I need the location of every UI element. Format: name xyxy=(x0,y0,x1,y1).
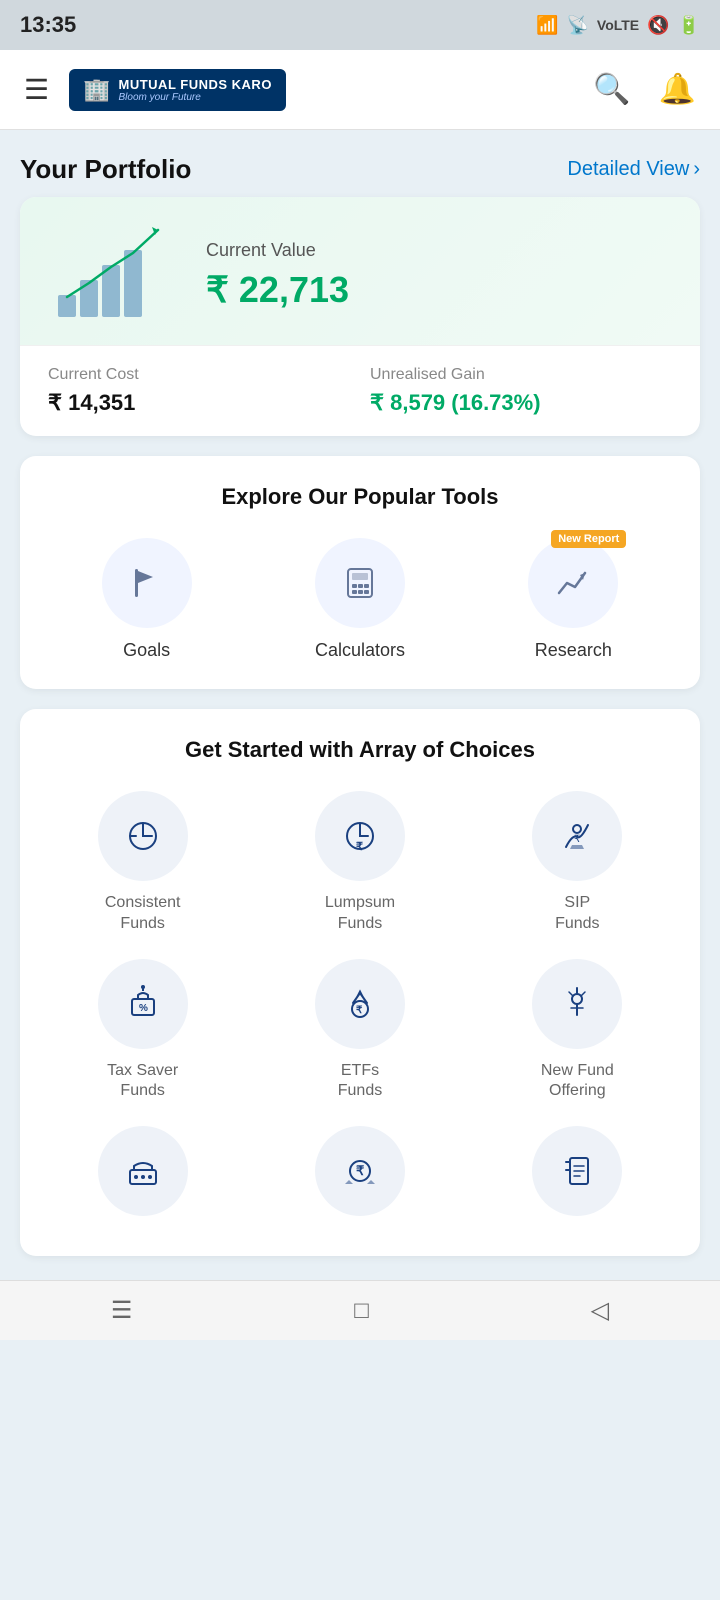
lumpsum-funds-icon: ₹ xyxy=(315,791,405,881)
bottom-menu-icon[interactable]: ☰ xyxy=(111,1296,133,1325)
new-report-badge: New Report xyxy=(551,530,626,548)
choice-item8[interactable]: ₹ xyxy=(257,1126,462,1228)
search-icon[interactable]: 🔍 xyxy=(593,72,630,107)
portfolio-stats: Current Cost ₹ 14,351 Unrealised Gain ₹ … xyxy=(20,345,700,436)
portfolio-chart xyxy=(48,225,178,325)
status-icons: 📶 📡 VoLTE 🔇 🔋 xyxy=(536,15,700,36)
unrealised-gain-value: ₹ 8,579 (16.73%) xyxy=(370,390,672,416)
svg-text:%: % xyxy=(139,1003,148,1014)
svg-text:₹: ₹ xyxy=(356,841,363,853)
etfs-icon: ₹ xyxy=(315,959,405,1049)
bell-icon[interactable]: 🔔 xyxy=(659,72,696,107)
main-content: Your Portfolio Detailed View › xyxy=(0,130,720,1280)
battery-icon: 🔋 xyxy=(678,15,700,36)
choice-item7[interactable] xyxy=(40,1126,245,1228)
choice-nfo[interactable]: New FundOffering xyxy=(475,959,680,1103)
lumpsum-funds-label: LumpsumFunds xyxy=(325,893,395,935)
bottom-back-icon[interactable]: ◁ xyxy=(591,1296,609,1325)
sip-funds-label: SIPFunds xyxy=(555,893,599,935)
svg-text:₹: ₹ xyxy=(574,834,580,845)
lte-label: VoLTE xyxy=(597,17,639,33)
portfolio-title: Your Portfolio xyxy=(20,154,191,185)
choices-section: Get Started with Array of Choices Consis… xyxy=(20,709,700,1256)
research-icon-circle: New Report xyxy=(528,538,618,628)
calculators-label: Calculators xyxy=(315,640,405,661)
logo-icon: 🏢 xyxy=(83,77,110,103)
choice-lumpsum-funds[interactable]: ₹ LumpsumFunds xyxy=(257,791,462,935)
portfolio-value-area: Current Value ₹ 22,713 xyxy=(206,240,349,311)
unrealised-gain-stat: Unrealised Gain ₹ 8,579 (16.73%) xyxy=(370,366,672,416)
tools-section: Explore Our Popular Tools Goals xyxy=(20,456,700,689)
etfs-label: ETFsFunds xyxy=(338,1061,382,1103)
choice-tax-saver[interactable]: % Tax SaverFunds xyxy=(40,959,245,1103)
portfolio-chart-area: Current Value ₹ 22,713 xyxy=(20,197,700,345)
bottom-nav: ☰ □ ◁ xyxy=(0,1280,720,1340)
nav-actions: 🔍 🔔 xyxy=(593,72,696,107)
status-time: 13:35 xyxy=(20,12,76,38)
tax-saver-icon: % xyxy=(98,959,188,1049)
research-label: Research xyxy=(535,640,612,661)
current-cost-value: ₹ 14,351 xyxy=(48,390,350,416)
logo[interactable]: 🏢 MUTUAL FUNDS KARO Bloom your Future xyxy=(69,69,286,111)
calculators-icon-circle xyxy=(315,538,405,628)
tool-research[interactable]: New Report Research xyxy=(528,538,618,661)
current-cost-label: Current Cost xyxy=(48,366,350,384)
svg-text:₹: ₹ xyxy=(356,1163,365,1178)
chevron-right-icon: › xyxy=(693,158,700,181)
consistent-funds-label: ConsistentFunds xyxy=(105,893,181,935)
goals-label: Goals xyxy=(123,640,170,661)
sip-funds-icon: ₹ xyxy=(532,791,622,881)
svg-text:₹: ₹ xyxy=(356,1005,363,1016)
tools-grid: Goals Calculators xyxy=(40,538,680,661)
portfolio-section: Your Portfolio Detailed View › xyxy=(20,154,700,436)
goals-icon-circle xyxy=(102,538,192,628)
bottom-home-icon[interactable]: □ xyxy=(354,1297,369,1325)
top-nav: ☰ 🏢 MUTUAL FUNDS KARO Bloom your Future … xyxy=(0,50,720,130)
logo-name: MUTUAL FUNDS KARO xyxy=(119,77,272,92)
signal-icon: 📶 xyxy=(536,15,558,36)
consistent-funds-icon xyxy=(98,791,188,881)
wifi-icon: 📡 xyxy=(566,15,588,36)
portfolio-card: Current Value ₹ 22,713 Current Cost ₹ 14… xyxy=(20,197,700,436)
status-bar: 13:35 📶 📡 VoLTE 🔇 🔋 xyxy=(0,0,720,50)
item8-icon: ₹ xyxy=(315,1126,405,1216)
logo-tagline: Bloom your Future xyxy=(119,92,272,103)
detailed-view-link[interactable]: Detailed View › xyxy=(567,158,700,181)
item7-icon xyxy=(98,1126,188,1216)
choices-grid: ConsistentFunds ₹ LumpsumFunds xyxy=(40,791,680,1228)
hamburger-menu[interactable]: ☰ xyxy=(24,73,49,106)
nfo-icon xyxy=(532,959,622,1049)
mute-icon: 🔇 xyxy=(647,15,669,36)
tools-title: Explore Our Popular Tools xyxy=(40,484,680,510)
choice-etfs[interactable]: ₹ ETFsFunds xyxy=(257,959,462,1103)
tool-calculators[interactable]: Calculators xyxy=(315,538,405,661)
choice-item9[interactable] xyxy=(475,1126,680,1228)
item9-icon xyxy=(532,1126,622,1216)
current-value: ₹ 22,713 xyxy=(206,269,349,311)
choices-title: Get Started with Array of Choices xyxy=(40,737,680,763)
current-value-label: Current Value xyxy=(206,240,349,261)
tax-saver-label: Tax SaverFunds xyxy=(107,1061,178,1103)
nfo-label: New FundOffering xyxy=(541,1061,614,1103)
unrealised-gain-label: Unrealised Gain xyxy=(370,366,672,384)
choice-sip-funds[interactable]: ₹ SIPFunds xyxy=(475,791,680,935)
portfolio-header: Your Portfolio Detailed View › xyxy=(20,154,700,185)
choice-consistent-funds[interactable]: ConsistentFunds xyxy=(40,791,245,935)
current-cost-stat: Current Cost ₹ 14,351 xyxy=(48,366,350,416)
tool-goals[interactable]: Goals xyxy=(102,538,192,661)
